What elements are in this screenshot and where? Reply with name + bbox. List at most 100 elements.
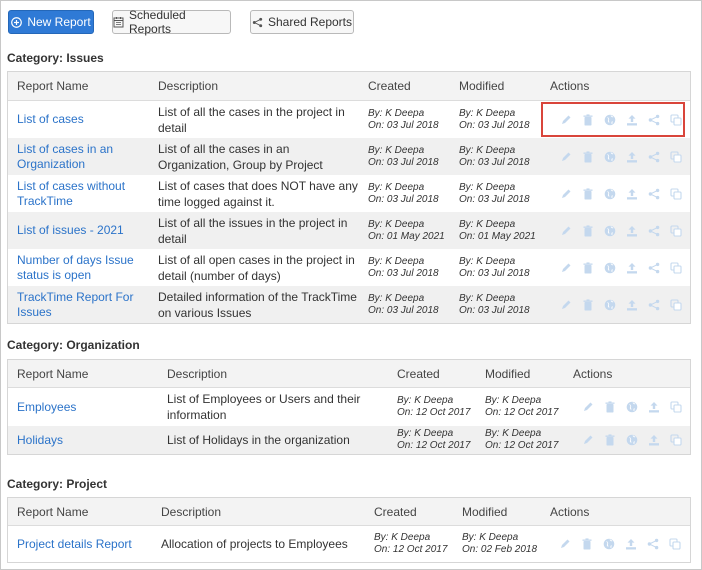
plus-circle-icon [11, 16, 23, 28]
report-table: Report Name Description Created Modified Act… [7, 359, 691, 455]
new-report-button[interactable]: New Report [8, 10, 94, 34]
header-modified: Modified [459, 79, 505, 93]
edit-icon[interactable] [555, 296, 577, 314]
modified-info: By: K Deepa On: 03 Jul 2018 [459, 181, 530, 205]
edit-icon[interactable] [555, 222, 577, 240]
copy-icon[interactable] [665, 222, 687, 240]
globe-icon[interactable] [599, 296, 621, 314]
created-info: By: K Deepa On: 01 May 2021 [368, 218, 445, 242]
reports-page: New Report Scheduled Reports Shared Repo… [0, 0, 702, 570]
created-info: By: K Deepa On: 03 Jul 2018 [368, 107, 439, 131]
trash-icon[interactable] [599, 431, 621, 449]
header-report-name: Report Name [17, 79, 89, 93]
scheduled-reports-button[interactable]: Scheduled Reports [112, 8, 231, 36]
modified-info: By: K Deepa On: 02 Feb 2018 [462, 532, 538, 555]
copy-icon[interactable] [665, 185, 687, 203]
report-description: List of all open cases in the project in… [158, 252, 355, 283]
report-name-cell: List of issues - 2021 [17, 212, 124, 249]
upload-icon[interactable] [620, 535, 642, 553]
report-name-link[interactable]: List of issues - 2021 [17, 223, 124, 238]
upload-icon[interactable] [621, 259, 643, 277]
globe-icon[interactable] [599, 185, 621, 203]
trash-icon[interactable] [576, 535, 598, 553]
trash-icon[interactable] [599, 398, 621, 416]
trash-icon[interactable] [577, 185, 599, 203]
actions-highlight-box [541, 102, 685, 137]
header-actions: Actions [550, 504, 590, 519]
header-created: Created [397, 366, 440, 381]
report-name-cell: Employees [17, 388, 76, 426]
created-info: By: K Deepa On: 03 Jul 2018 [368, 292, 439, 316]
globe-icon[interactable] [599, 148, 621, 166]
globe-icon[interactable] [599, 222, 621, 240]
table-row: List of cases in an Organization List of a… [8, 138, 690, 175]
row-actions [555, 286, 687, 323]
table-header: Report Name Description Created Modified Act… [8, 498, 690, 526]
header-created: Created [368, 79, 411, 93]
copy-icon[interactable] [664, 535, 686, 553]
table-row: Project details Report Allocation of proj… [8, 526, 690, 562]
copy-icon[interactable] [665, 431, 687, 449]
new-report-label: New Report [27, 15, 91, 29]
report-name-cell: List of cases without TrackTime [17, 175, 125, 212]
report-name-link[interactable]: Number of days Issue status is open [17, 253, 134, 283]
modified-info: By: K Deepa On: 12 Oct 2017 [485, 428, 559, 451]
upload-icon[interactable] [621, 222, 643, 240]
share-icon[interactable] [643, 259, 665, 277]
trash-icon[interactable] [577, 222, 599, 240]
header-modified: Modified [462, 504, 508, 519]
share-icon[interactable] [643, 222, 665, 240]
edit-icon[interactable] [555, 148, 577, 166]
report-name-link[interactable]: Project details Report [17, 537, 132, 552]
header-report-name: Report Name [17, 366, 89, 381]
modified-info: By: K Deepa On: 03 Jul 2018 [459, 292, 530, 316]
created-info: By: K Deepa On: 12 Oct 2017 [397, 428, 471, 451]
globe-icon[interactable] [621, 398, 643, 416]
report-name-link[interactable]: TrackTime Report For Issues [17, 290, 133, 320]
report-name-link[interactable]: Employees [17, 400, 76, 415]
copy-icon[interactable] [665, 148, 687, 166]
report-name-link[interactable]: List of cases [17, 112, 84, 127]
globe-icon[interactable] [598, 535, 620, 553]
modified-info: By: K Deepa On: 01 May 2021 [459, 218, 536, 242]
header-description: Description [161, 504, 222, 519]
copy-icon[interactable] [665, 398, 687, 416]
table-header: Report Name Description Created Modified Act… [8, 72, 690, 101]
upload-icon[interactable] [643, 398, 665, 416]
modified-info: By: K Deepa On: 03 Jul 2018 [459, 107, 530, 131]
row-actions [577, 388, 687, 426]
trash-icon[interactable] [577, 259, 599, 277]
upload-icon[interactable] [621, 296, 643, 314]
share-icon[interactable] [643, 185, 665, 203]
calendar-icon [113, 16, 124, 28]
report-description: List of cases that does NOT have any time… [158, 178, 358, 209]
table-row: Holidays List of Holidays in the organiza… [8, 426, 690, 454]
shared-reports-button[interactable]: Shared Reports [250, 10, 354, 34]
upload-icon[interactable] [643, 431, 665, 449]
copy-icon[interactable] [665, 296, 687, 314]
report-name-link[interactable]: List of cases without TrackTime [17, 179, 125, 209]
edit-icon[interactable] [577, 431, 599, 449]
copy-icon[interactable] [665, 259, 687, 277]
share-icon [252, 17, 263, 28]
trash-icon[interactable] [577, 296, 599, 314]
report-name-link[interactable]: List of cases in an Organization [17, 142, 113, 172]
header-actions: Actions [550, 79, 590, 93]
row-actions [555, 249, 687, 286]
edit-icon[interactable] [555, 259, 577, 277]
edit-icon[interactable] [554, 535, 576, 553]
edit-icon[interactable] [577, 398, 599, 416]
edit-icon[interactable] [555, 185, 577, 203]
modified-info: By: K Deepa On: 12 Oct 2017 [485, 395, 559, 418]
report-table: Report Name Description Created Modified Act… [7, 497, 691, 563]
globe-icon[interactable] [599, 259, 621, 277]
upload-icon[interactable] [621, 148, 643, 166]
share-icon[interactable] [643, 148, 665, 166]
upload-icon[interactable] [621, 185, 643, 203]
trash-icon[interactable] [577, 148, 599, 166]
share-icon[interactable] [642, 535, 664, 553]
share-icon[interactable] [643, 296, 665, 314]
report-name-link[interactable]: Holidays [17, 433, 63, 448]
globe-icon[interactable] [621, 431, 643, 449]
scheduled-reports-label: Scheduled Reports [129, 8, 186, 36]
